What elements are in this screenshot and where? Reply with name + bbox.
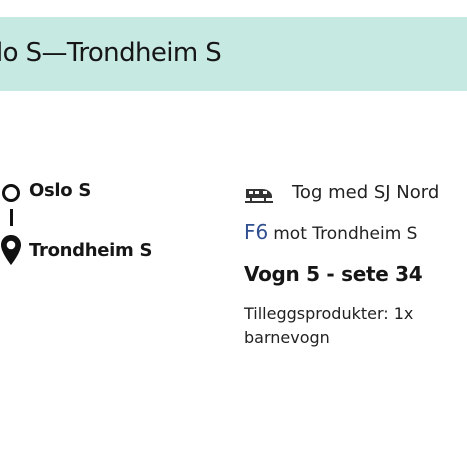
stop-connector xyxy=(10,209,13,226)
line-row: F6 mot Trondheim S xyxy=(244,220,466,248)
origin-stop: Oslo S xyxy=(29,180,91,201)
stop-list: Oslo S Trondheim S xyxy=(0,178,200,278)
destination-stop: Trondheim S xyxy=(29,240,153,261)
line-destination: mot Trondheim S xyxy=(273,224,418,244)
train-icon xyxy=(245,189,273,203)
route-title: lo S—Trondheim S xyxy=(0,38,222,68)
circle-outline-icon xyxy=(2,184,20,202)
ticket-details-page: lo S—Trondheim S Oslo S Trondheim S Tog … xyxy=(0,0,467,467)
operator-name: Tog med SJ Nord xyxy=(292,182,440,203)
location-pin-icon xyxy=(1,235,21,265)
operator-row: Tog med SJ Nord xyxy=(244,178,466,208)
seat-info: Vogn 5 - sete 34 xyxy=(244,262,423,286)
extra-products: Tilleggsprodukter: 1x barnevogn xyxy=(244,304,414,347)
line-code: F6 xyxy=(244,220,269,244)
